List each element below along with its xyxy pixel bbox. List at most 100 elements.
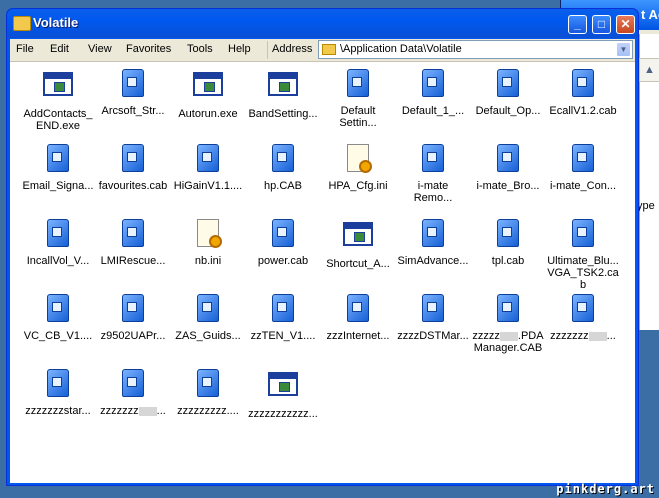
- cab-file-icon: [122, 144, 144, 172]
- file-item[interactable]: nb.ini: [170, 219, 246, 267]
- file-name: i-mate_Bro...: [476, 180, 540, 192]
- file-name: BandSetting...: [248, 108, 318, 120]
- file-name: Default_1_...: [401, 105, 465, 117]
- menu-tools[interactable]: Tools: [187, 43, 213, 55]
- redacted-text: [499, 331, 518, 341]
- file-item[interactable]: favourites.cab: [95, 144, 171, 192]
- menu-help[interactable]: Help: [228, 43, 251, 55]
- file-item[interactable]: Arcsoft_Str...: [95, 69, 171, 117]
- file-name: Email_Signa...: [22, 180, 94, 192]
- cab-file-icon: [122, 369, 144, 397]
- file-item[interactable]: SimAdvance...: [395, 219, 471, 267]
- file-name: HPA_Cfg.ini: [328, 180, 388, 192]
- file-item[interactable]: i-mate_Bro...: [470, 144, 546, 192]
- file-item[interactable]: VC_CB_V1....: [20, 294, 96, 342]
- file-name: z9502UAPr...: [100, 330, 166, 342]
- file-name: zzzzzzz...: [100, 405, 166, 417]
- file-name: zzzzDSTMar...: [397, 330, 469, 342]
- file-name: zzTEN_V1....: [250, 330, 316, 342]
- file-item[interactable]: AddContacts_ END.exe: [20, 69, 96, 132]
- file-item[interactable]: power.cab: [245, 219, 321, 267]
- chevron-down-icon[interactable]: ▼: [616, 42, 631, 57]
- cab-file-icon: [122, 69, 144, 97]
- file-item[interactable]: HiGainV1.1....: [170, 144, 246, 192]
- file-name: zzzzz .PDA Manager.CAB: [472, 330, 544, 354]
- cab-file-icon: [572, 69, 594, 97]
- background-column-label: ype: [637, 200, 655, 212]
- file-name: Ultimate_Blu... VGA_TSK2.cab: [547, 255, 619, 291]
- cab-file-icon: [122, 294, 144, 322]
- file-item[interactable]: Default_1_...: [395, 69, 471, 117]
- file-name: Autorun.exe: [178, 108, 238, 120]
- exe-file-icon: [43, 72, 73, 96]
- exe-file-icon: [343, 222, 373, 246]
- file-item[interactable]: IncallVol_V...: [20, 219, 96, 267]
- exe-file-icon: [193, 72, 223, 96]
- file-item[interactable]: i-mate Remo...: [395, 144, 471, 204]
- file-name: zzzzzzzzzzz...: [248, 408, 318, 420]
- file-item[interactable]: zzzzzzz...: [95, 369, 171, 417]
- file-item[interactable]: zzzInternet...: [320, 294, 396, 342]
- file-item[interactable]: ZAS_Guids...: [170, 294, 246, 342]
- cab-file-icon: [272, 294, 294, 322]
- file-item[interactable]: hp.CAB: [245, 144, 321, 192]
- cab-file-icon: [347, 69, 369, 97]
- close-button[interactable]: ✕: [616, 15, 635, 34]
- file-item[interactable]: Default Settin...: [320, 69, 396, 129]
- file-name: nb.ini: [194, 255, 222, 267]
- file-item[interactable]: zzzzzzzstar...: [20, 369, 96, 417]
- title-bar[interactable]: Volatile _ □ ✕: [7, 9, 638, 38]
- cab-file-icon: [47, 369, 69, 397]
- file-item[interactable]: Shortcut_A...: [320, 219, 396, 270]
- file-item[interactable]: EcallV1.2.cab: [545, 69, 621, 117]
- file-name: IncallVol_V...: [26, 255, 90, 267]
- file-item[interactable]: zzzzzzzzzzz...: [245, 369, 321, 420]
- minimize-button[interactable]: _: [568, 15, 587, 34]
- file-name: Arcsoft_Str...: [101, 105, 165, 117]
- cab-file-icon: [497, 294, 519, 322]
- cab-file-icon: [47, 294, 69, 322]
- cab-file-icon: [572, 294, 594, 322]
- address-bar[interactable]: \Application Data\Volatile ▼: [318, 40, 633, 59]
- redacted-text: [588, 331, 607, 341]
- menu-bar: File Edit View Favorites Tools Help Addr…: [10, 39, 635, 62]
- cab-file-icon: [197, 369, 219, 397]
- file-name: EcallV1.2.cab: [549, 105, 617, 117]
- file-item[interactable]: Email_Signa...: [20, 144, 96, 192]
- menu-edit[interactable]: Edit: [50, 43, 69, 55]
- background-scroll-up-button[interactable]: ▲: [639, 58, 659, 82]
- cab-file-icon: [347, 294, 369, 322]
- cab-file-icon: [422, 144, 444, 172]
- file-name: zzzzzzz...: [550, 330, 616, 342]
- cab-file-icon: [47, 219, 69, 247]
- file-list[interactable]: AddContacts_ END.exe Arcsoft_Str... Autorun…: [10, 62, 635, 483]
- file-item[interactable]: zzzzzzzzz....: [170, 369, 246, 417]
- file-item[interactable]: LMIRescue...: [95, 219, 171, 267]
- file-item[interactable]: Default_Op...: [470, 69, 546, 117]
- cab-file-icon: [422, 294, 444, 322]
- menu-file[interactable]: File: [16, 43, 34, 55]
- file-name: Default Settin...: [339, 105, 377, 129]
- file-item[interactable]: tpl.cab: [470, 219, 546, 267]
- file-item[interactable]: i-mate_Con...: [545, 144, 621, 192]
- menu-view[interactable]: View: [88, 43, 112, 55]
- file-item[interactable]: zzTEN_V1....: [245, 294, 321, 342]
- cab-file-icon: [197, 144, 219, 172]
- menu-favorites[interactable]: Favorites: [126, 43, 171, 55]
- maximize-button[interactable]: □: [592, 15, 611, 34]
- file-name: AddContacts_ END.exe: [23, 108, 93, 132]
- file-item[interactable]: HPA_Cfg.ini: [320, 144, 396, 192]
- address-path[interactable]: \Application Data\Volatile: [340, 43, 462, 55]
- file-item[interactable]: Ultimate_Blu... VGA_TSK2.cab: [545, 219, 621, 291]
- exe-file-icon: [268, 72, 298, 96]
- file-item[interactable]: z9502UAPr...: [95, 294, 171, 342]
- file-name: zzzzzzzzz....: [177, 405, 239, 417]
- explorer-window: Volatile _ □ ✕ File Edit View Favorites …: [6, 8, 639, 486]
- file-item[interactable]: BandSetting...: [245, 69, 321, 120]
- file-item[interactable]: Autorun.exe: [170, 69, 246, 120]
- file-item[interactable]: zzzzz .PDA Manager.CAB: [470, 294, 546, 354]
- file-name: LMIRescue...: [100, 255, 166, 267]
- file-name: Shortcut_A...: [326, 258, 390, 270]
- file-item[interactable]: zzzzDSTMar...: [395, 294, 471, 342]
- file-item[interactable]: zzzzzzz...: [545, 294, 621, 342]
